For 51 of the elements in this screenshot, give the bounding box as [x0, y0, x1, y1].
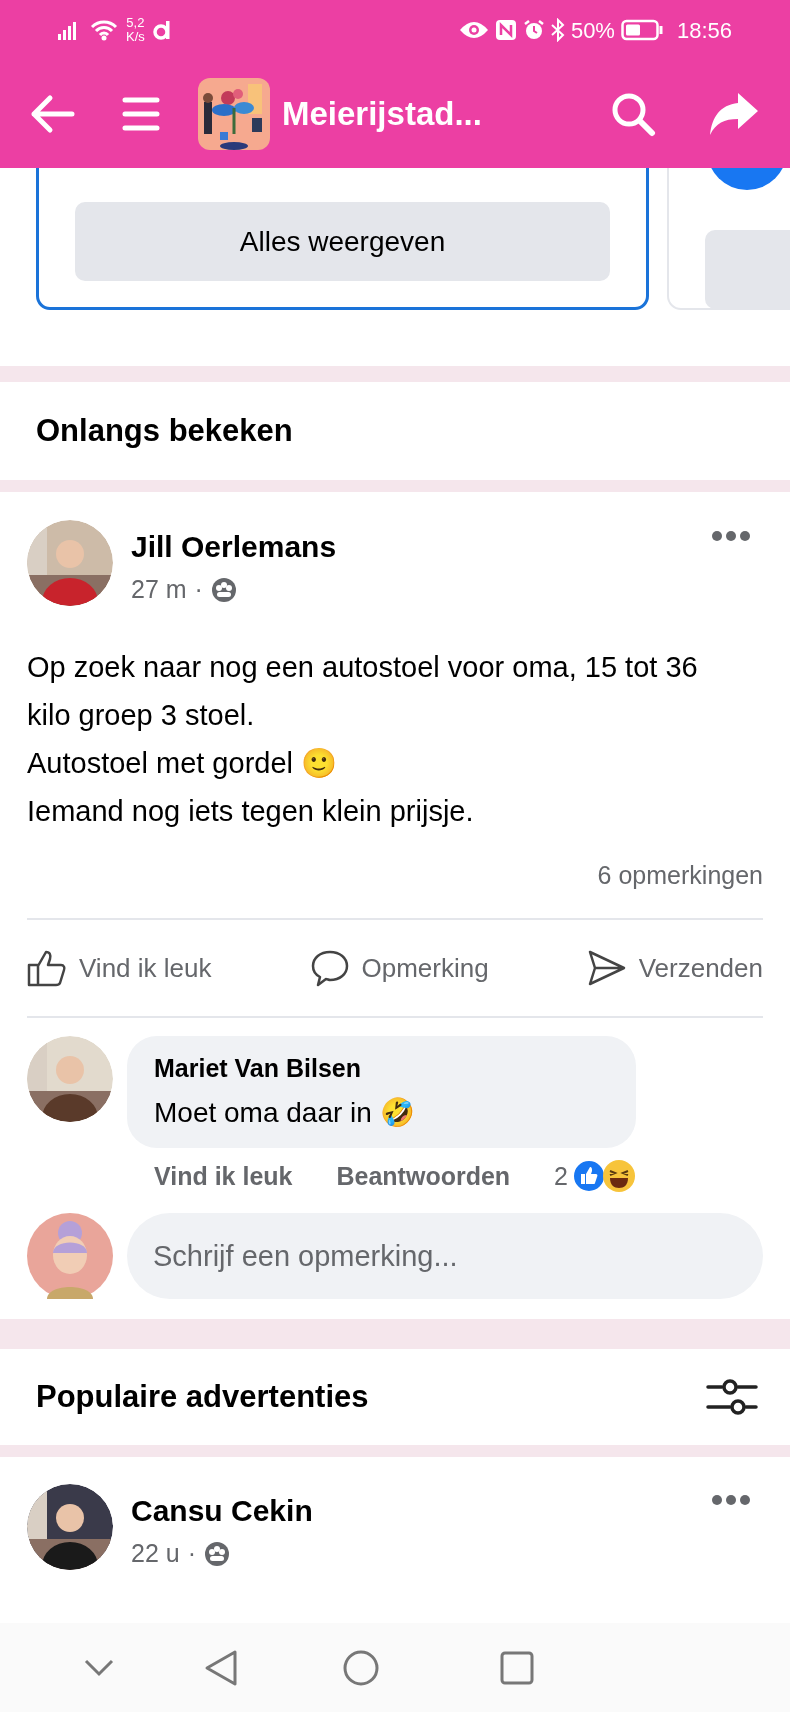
post-text: Autostoel met gordel 🙂	[27, 745, 339, 781]
post-time: 22 u	[131, 1538, 180, 1569]
battery-percent: 50%	[570, 16, 615, 45]
share-icon[interactable]	[708, 91, 760, 137]
menu-icon[interactable]	[122, 95, 160, 133]
comment-author[interactable]: Mariet Van Bilsen	[154, 1050, 609, 1088]
wifi-icon	[90, 19, 118, 41]
post-text: Op zoek naar nog een autostoel voor oma, 15 tot 36 kilo groep 3 stoel.	[27, 649, 699, 733]
author-name[interactable]: Jill Oerlemans	[131, 524, 337, 569]
comment-button[interactable]: Opmerking	[309, 948, 489, 988]
laugh-reaction-icon	[602, 1159, 636, 1194]
send-button[interactable]: Verzenden	[586, 948, 763, 988]
alarm-icon	[522, 19, 545, 41]
post-time: 27 m	[131, 574, 187, 605]
more-icon[interactable]	[711, 1494, 751, 1506]
like-link[interactable]: Vind ik leuk	[154, 1157, 293, 1195]
speed-unit: K/s	[126, 30, 145, 44]
show-all-button[interactable]: Alles weergeven	[75, 202, 610, 281]
section-title: Onlangs bekeken	[36, 411, 293, 450]
group-icon	[210, 576, 237, 603]
section-title: Populaire advertenties	[36, 1377, 369, 1416]
like-reaction-icon	[572, 1159, 606, 1194]
author-name[interactable]: Cansu Cekin	[131, 1488, 313, 1533]
recents-nav-icon[interactable]	[500, 1650, 534, 1685]
separator-dot: ·	[187, 1538, 196, 1569]
post-text: Iemand nog iets tegen klein prijsje.	[27, 793, 475, 829]
comment-count[interactable]: 6 opmerkingen	[597, 856, 763, 894]
battery-icon	[620, 19, 663, 41]
nfc-icon	[494, 19, 517, 41]
like-button[interactable]: Vind ik leuk	[27, 948, 212, 988]
app-notification-icon	[152, 20, 171, 40]
eye-icon	[458, 20, 489, 40]
speech-bubble-icon	[309, 949, 350, 987]
clock-time: 18:56	[676, 16, 732, 45]
comment-text: Moet oma daar in 🤣	[154, 1095, 416, 1130]
comment-input[interactable]: Schrijf een opmerking...	[127, 1213, 763, 1299]
reaction-count: 2	[554, 1160, 568, 1192]
chevron-down-icon[interactable]	[84, 1658, 114, 1677]
send-icon	[586, 949, 627, 987]
bluetooth-icon	[550, 18, 565, 42]
reply-link[interactable]: Beantwoorden	[336, 1157, 511, 1195]
group-title[interactable]: Meierijstad...	[282, 89, 482, 139]
search-icon[interactable]	[610, 91, 656, 137]
separator-dot: ·	[194, 574, 203, 605]
home-nav-icon[interactable]	[342, 1648, 380, 1687]
thumbs-up-icon	[27, 949, 67, 987]
group-icon	[204, 1540, 230, 1567]
back-nav-icon[interactable]	[204, 1648, 238, 1687]
filter-icon[interactable]	[706, 1377, 758, 1417]
speed-value: 5,2	[126, 16, 145, 30]
more-icon[interactable]	[711, 530, 751, 542]
